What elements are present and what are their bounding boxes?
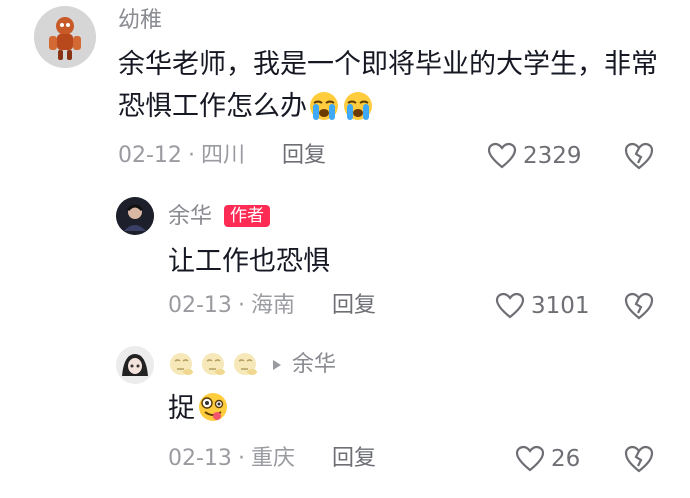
reply-location: 海南	[250, 293, 295, 318]
reply-text-body: 捉	[168, 393, 195, 424]
reply-reply-button[interactable]: 回复	[332, 293, 376, 319]
robot-avatar-icon	[34, 6, 96, 68]
heart-icon	[487, 142, 517, 169]
comment-location: 四川	[200, 143, 245, 168]
comment-text-body: 余华老师，我是一个即将毕业的大学生，非常恐惧工作怎么办	[118, 49, 658, 122]
thinking-face-icon	[234, 353, 257, 375]
comment-text: 余华老师，我是一个即将毕业的大学生，非常恐惧工作怎么办	[118, 44, 668, 134]
reply-arrow-icon	[273, 360, 281, 370]
anime-avatar-icon	[116, 346, 154, 384]
separator-dot: ·	[187, 143, 195, 168]
separator-dot: ·	[237, 293, 245, 318]
comment-dislike-button[interactable]	[623, 141, 655, 175]
thinking-face-icon	[170, 353, 193, 375]
reply-location: 重庆	[250, 446, 295, 471]
reply-dislike-button[interactable]	[623, 291, 655, 325]
person-avatar-icon	[116, 197, 154, 235]
separator-dot: ·	[237, 446, 245, 471]
reply-meta: 02-13 · 海南	[168, 293, 295, 319]
loudly-crying-face-icon	[307, 91, 341, 134]
reply-meta: 02-13 · 重庆	[168, 446, 295, 472]
thinking-face-icon	[202, 353, 225, 375]
broken-heart-icon	[624, 292, 654, 320]
reply-dislike-button[interactable]	[623, 444, 655, 478]
comment-username[interactable]: 幼稚	[118, 8, 162, 34]
comment-date: 02-12	[118, 143, 182, 168]
comment-like-count: 2329	[523, 143, 582, 169]
broken-heart-icon	[624, 142, 654, 170]
reply-like-button[interactable]: 26	[515, 445, 580, 473]
author-badge: 作者	[224, 205, 270, 227]
reply-like-count: 3101	[531, 293, 590, 319]
reply-text: 捉	[168, 388, 231, 436]
reply-reply-button[interactable]: 回复	[332, 446, 376, 472]
reply-date: 02-13	[168, 293, 232, 318]
reply-like-button[interactable]: 3101	[495, 292, 590, 320]
heart-icon	[495, 292, 525, 319]
reply-like-count: 26	[551, 446, 581, 472]
comment-meta: 02-12 · 四川	[118, 143, 245, 169]
reply-username-emojis[interactable]: 余华	[168, 352, 336, 378]
avatar[interactable]	[34, 6, 96, 68]
reply-avatar[interactable]	[116, 346, 154, 384]
reply-to-username[interactable]: 余华	[292, 352, 336, 378]
heart-icon	[515, 445, 545, 472]
reply-text: 让工作也恐惧	[168, 246, 330, 277]
reply-username[interactable]: 余华	[168, 204, 212, 230]
zany-face-icon	[195, 391, 231, 436]
loudly-crying-face-icon	[341, 91, 375, 134]
comment-reply-button[interactable]: 回复	[282, 143, 326, 169]
reply-date: 02-13	[168, 446, 232, 471]
comment-like-button[interactable]: 2329	[487, 142, 582, 170]
broken-heart-icon	[624, 445, 654, 473]
reply-avatar[interactable]	[116, 197, 154, 235]
